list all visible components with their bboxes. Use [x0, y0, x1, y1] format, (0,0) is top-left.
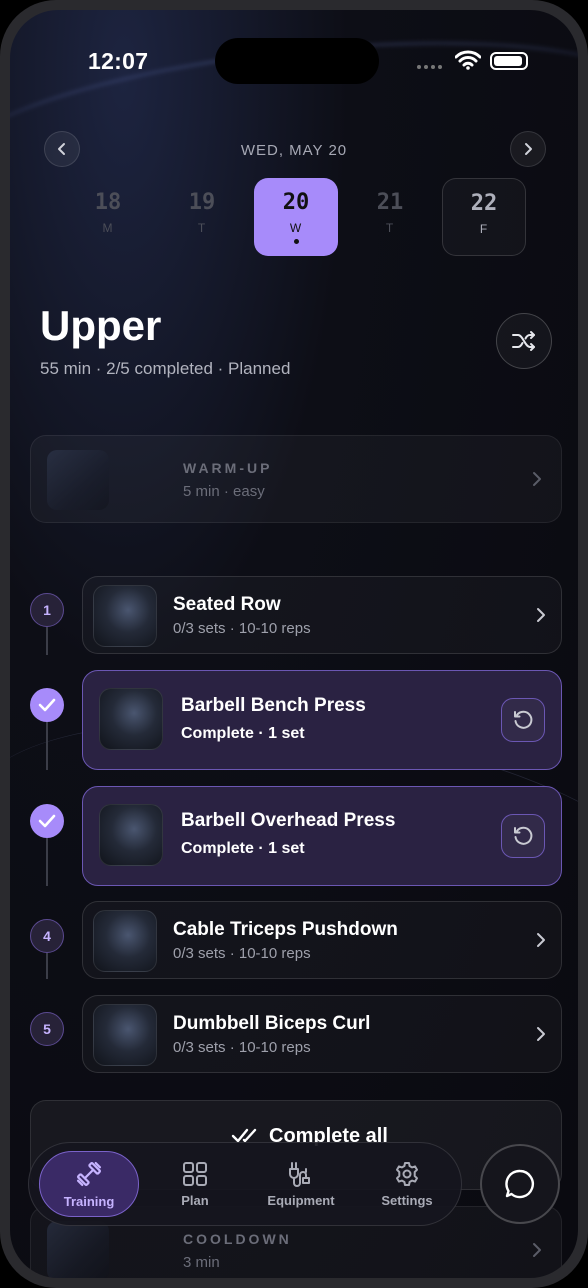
chevron-right-icon: [537, 608, 545, 622]
exercise-thumbnail: [93, 910, 157, 972]
warmup-thumbnail: [47, 450, 109, 510]
day-number: 21: [376, 190, 404, 215]
timeline-rail: [46, 627, 48, 655]
chevron-right-icon: [533, 1243, 541, 1257]
day-weekday: T: [385, 221, 395, 235]
exercise-name: Dumbbell Biceps Curl: [173, 1013, 371, 1034]
tab-equipment[interactable]: Equipment: [251, 1151, 351, 1217]
exercise-thumbnail: [99, 804, 163, 866]
exercise-number-marker: 4: [30, 919, 64, 953]
status-time: 12:07: [88, 48, 149, 74]
tab-label: Settings: [381, 1192, 433, 1208]
day-18[interactable]: 18 M: [66, 178, 150, 256]
day-weekday: T: [197, 221, 207, 235]
exercise-name: Seated Row: [173, 594, 281, 615]
shuffle-button[interactable]: [496, 313, 552, 369]
chat-bubble-icon: [505, 1169, 534, 1199]
tab-label: Equipment: [267, 1192, 335, 1208]
tab-label: Plan: [181, 1192, 209, 1208]
exercise-thumbnail: [93, 585, 157, 647]
shuffle-icon: [512, 331, 535, 351]
chevron-right-icon: [537, 1027, 545, 1041]
grid-icon: [183, 1161, 207, 1186]
timeline-rail: [46, 953, 48, 979]
workout-title: Upper: [40, 302, 162, 349]
exercise-meta: Complete · 1 set: [181, 725, 305, 742]
exercise-meta: 0/3 sets · 10-10 reps: [173, 620, 311, 637]
tab-plan[interactable]: Plan: [145, 1151, 245, 1217]
checkmark-icon: [38, 814, 56, 828]
status-bar: 12:07: [10, 10, 578, 110]
warmup-title: WARM-UP: [183, 460, 273, 476]
day-20-selected[interactable]: 20 W: [254, 178, 338, 256]
cooldown-thumbnail: [47, 1221, 109, 1278]
app-screen: 12:07 WED, MAY 20 18 M 19 T 20 W 21 T 22…: [10, 10, 578, 1278]
workout-subtitle: 55 min · 2/5 completed · Planned: [40, 359, 291, 378]
reset-exercise-button[interactable]: [501, 698, 545, 742]
tab-settings[interactable]: Settings: [357, 1151, 457, 1217]
dumbbell-icon: [76, 1161, 102, 1186]
day-number: 20: [282, 190, 310, 215]
warmup-card[interactable]: WARM-UP 5 min · easy: [30, 435, 562, 523]
exercise-meta: 0/3 sets · 10-10 reps: [173, 945, 311, 962]
exercise-card-triceps-pushdown[interactable]: Cable Triceps Pushdown 0/3 sets · 10-10 …: [82, 901, 562, 979]
day-22[interactable]: 22 F: [442, 178, 526, 256]
workout-dot: [293, 239, 299, 244]
chat-button[interactable]: [480, 1144, 560, 1224]
timeline-rail: [46, 838, 48, 886]
day-selector: 18 M 19 T 20 W 21 T 22 F: [66, 178, 526, 258]
checkmark-icon: [38, 698, 56, 712]
reset-icon: [514, 710, 533, 729]
reset-exercise-button[interactable]: [501, 814, 545, 858]
exercise-card-seated-row[interactable]: Seated Row 0/3 sets · 10-10 reps: [82, 576, 562, 654]
exercise-number-marker: 5: [30, 1012, 64, 1046]
day-weekday: W: [289, 221, 303, 235]
exercise-done-marker: [30, 688, 64, 722]
equipment-icon: [289, 1161, 310, 1187]
tab-bar: Training Plan Equipment Settings: [28, 1142, 462, 1226]
cooldown-subtitle: 3 min: [183, 1254, 220, 1271]
chevron-right-icon: [525, 143, 532, 155]
reset-icon: [514, 826, 533, 845]
tab-training[interactable]: Training: [39, 1151, 139, 1217]
chevron-right-icon: [533, 472, 541, 486]
day-21[interactable]: 21 T: [348, 178, 432, 256]
exercise-meta: 0/3 sets · 10-10 reps: [173, 1039, 311, 1056]
exercise-name: Cable Triceps Pushdown: [173, 919, 398, 940]
day-weekday: M: [102, 221, 114, 235]
chevron-right-icon: [537, 933, 545, 947]
date-label: WED, MAY 20: [240, 142, 348, 159]
battery-icon: [490, 52, 528, 70]
phone-frame: 12:07 WED, MAY 20 18 M 19 T 20 W 21 T 22…: [0, 0, 588, 1288]
exercise-done-marker: [30, 804, 64, 838]
exercise-name: Barbell Overhead Press: [181, 810, 396, 831]
next-date-button[interactable]: [510, 131, 546, 167]
exercise-card-overhead-press[interactable]: Barbell Overhead Press Complete · 1 set: [82, 786, 562, 886]
dynamic-island: [215, 38, 379, 84]
day-19[interactable]: 19 T: [160, 178, 244, 256]
day-number: 22: [470, 191, 498, 216]
exercise-thumbnail: [99, 688, 163, 750]
signal-icon: [417, 65, 442, 69]
day-number: 19: [188, 190, 216, 215]
exercise-meta: Complete · 1 set: [181, 840, 305, 857]
gear-icon: [396, 1161, 418, 1186]
timeline-rail: [46, 722, 48, 770]
exercise-thumbnail: [93, 1004, 157, 1066]
exercise-name: Barbell Bench Press: [181, 695, 366, 716]
exercise-card-biceps-curl[interactable]: Dumbbell Biceps Curl 0/3 sets · 10-10 re…: [82, 995, 562, 1073]
warmup-subtitle: 5 min · easy: [183, 483, 265, 500]
wifi-icon: [455, 50, 481, 70]
exercise-card-bench-press[interactable]: Barbell Bench Press Complete · 1 set: [82, 670, 562, 770]
day-number: 18: [94, 190, 122, 215]
cooldown-title: COOLDOWN: [183, 1231, 292, 1247]
exercise-number-marker: 1: [30, 593, 64, 627]
day-weekday: F: [479, 222, 489, 236]
tab-label: Training: [63, 1193, 115, 1209]
